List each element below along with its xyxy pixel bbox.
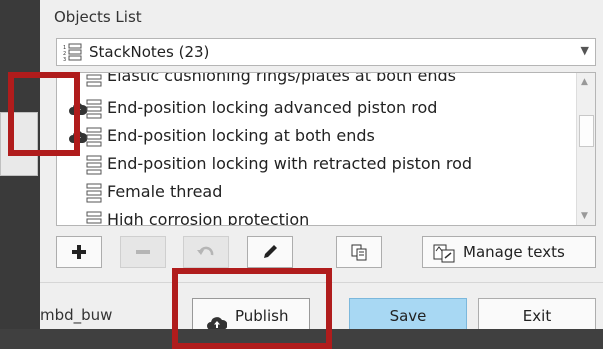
- manage-texts-icon: [433, 243, 455, 267]
- list-item-label: Female thread: [107, 182, 223, 201]
- stack-notes-icon: 1 2 3: [63, 43, 83, 65]
- pencil-icon: [264, 245, 277, 258]
- list-item-label: End-position locking with retracted pist…: [107, 154, 473, 173]
- list-item[interactable]: High corrosion protection: [57, 207, 577, 226]
- current-user: mbd_buw: [40, 306, 113, 324]
- list-scrollbar[interactable]: ▲ ▼: [576, 73, 595, 225]
- scrollbar-thumb[interactable]: [579, 115, 594, 147]
- chevron-down-icon[interactable]: ▼: [581, 44, 589, 57]
- left-panel-strip: [0, 0, 40, 349]
- remove-button[interactable]: [120, 236, 166, 268]
- plus-icon: [72, 245, 86, 259]
- list-item[interactable]: End-position locking at both ends: [57, 123, 577, 151]
- list-item[interactable]: End-position locking advanced piston rod: [57, 95, 577, 123]
- list-item[interactable]: Elastic cushioning rings/plates at both …: [57, 72, 577, 91]
- undo-button[interactable]: [183, 236, 229, 268]
- section-title: Objects List: [54, 8, 142, 26]
- stack-note-icon: [81, 155, 103, 179]
- svg-text:3: 3: [63, 57, 66, 61]
- list-item-label: End-position locking at both ends: [107, 126, 375, 145]
- stack-note-icon: [81, 99, 103, 123]
- stack-note-icon: [81, 127, 103, 151]
- list-item-label: End-position locking advanced piston rod: [107, 98, 438, 117]
- copy-icon: [351, 244, 367, 261]
- copy-button[interactable]: [336, 236, 382, 268]
- undo-icon: [197, 246, 214, 256]
- scroll-up-icon[interactable]: ▲: [581, 77, 588, 87]
- manage-texts-button[interactable]: Manage texts: [422, 236, 596, 268]
- list-item[interactable]: End-position locking with retracted pist…: [57, 151, 577, 179]
- object-type-value: StackNotes (23): [89, 43, 210, 61]
- stack-note-icon: [81, 211, 103, 225]
- stack-note-icon: [81, 183, 103, 207]
- scroll-down-icon[interactable]: ▼: [581, 211, 588, 221]
- objects-list: Elastic cushioning rings/plates at both …: [56, 72, 596, 226]
- highlight-box-publish: [172, 268, 332, 349]
- edit-button[interactable]: [247, 236, 293, 268]
- highlight-box-cloud-icons: [8, 72, 80, 156]
- list-item-label: High corrosion protection: [107, 210, 310, 226]
- list-item[interactable]: Female thread: [57, 179, 577, 207]
- add-button[interactable]: [56, 236, 102, 268]
- manage-texts-label: Manage texts: [463, 243, 565, 261]
- list-item-label: Elastic cushioning rings/plates at both …: [107, 72, 456, 85]
- stack-note-icon: [81, 73, 103, 91]
- minus-icon: [136, 250, 150, 254]
- object-type-select[interactable]: 1 2 3 StackNotes (23) ▼: [56, 38, 596, 66]
